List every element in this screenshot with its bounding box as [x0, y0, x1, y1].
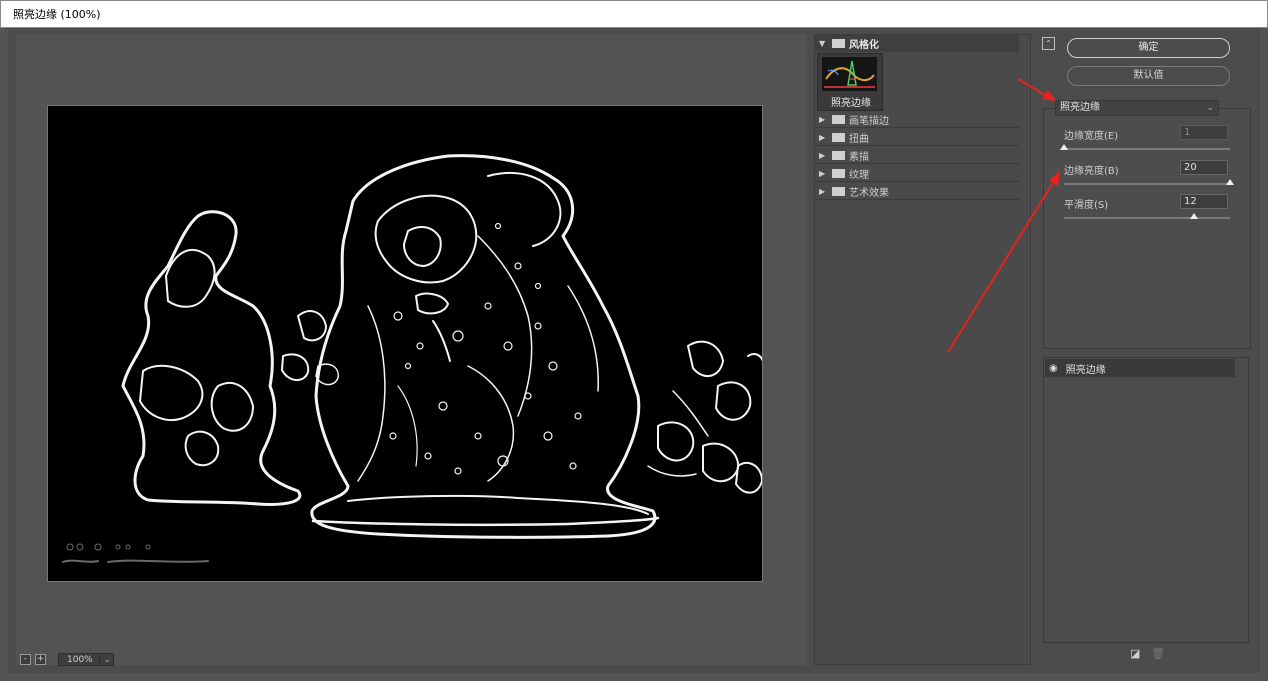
glowing-edges-image	[62, 154, 762, 563]
param-label-edge-brightness: 边缘亮度(B)	[1064, 166, 1119, 177]
edge-brightness-slider[interactable]	[1064, 179, 1234, 185]
param-label-smoothness: 平滑度(S)	[1064, 200, 1109, 211]
collapsed-triangle-icon: ▶	[819, 168, 826, 178]
filter-select[interactable]: 照亮边缘 ⌄	[1055, 100, 1219, 116]
thumb-caption: 照亮边缘	[831, 98, 871, 109]
folder-brush-strokes[interactable]: ▶ 画笔描边	[815, 111, 1019, 128]
collapsed-triangle-icon: ▶	[819, 114, 826, 124]
param-label-edge-width: 边缘宽度(E)	[1064, 131, 1119, 142]
folder-icon	[832, 150, 845, 160]
filter-gallery: ▼ 风格化 照亮边缘 ▶ 画笔描边 ▶ 扭曲 ▶ 素描 ▶ 纹理 ▶ 艺术效果	[814, 34, 1031, 665]
zoom-in-button[interactable]: +	[35, 653, 46, 665]
chevron-down-icon: ⌄	[1206, 103, 1214, 113]
preview-canvas[interactable]	[47, 105, 763, 582]
slider-knob[interactable]	[1226, 179, 1234, 185]
layer-actions: ◪ 🗑	[1130, 648, 1165, 659]
trash-icon[interactable]: 🗑	[1151, 648, 1165, 659]
collapsed-triangle-icon: ▶	[819, 132, 826, 142]
effect-layer-row[interactable]: ◉ 照亮边缘	[1045, 359, 1235, 377]
smoothness-field[interactable]: 12	[1180, 194, 1228, 209]
edge-width-field[interactable]: 1	[1180, 125, 1228, 140]
zoom-value: 100%	[67, 654, 93, 665]
smoothness-slider[interactable]	[1064, 213, 1230, 219]
zoom-out-button[interactable]: -	[20, 653, 31, 665]
folder-sketch[interactable]: ▶ 素描	[815, 147, 1019, 164]
edge-width-slider[interactable]	[1060, 144, 1230, 150]
folder-texture[interactable]: ▶ 纹理	[815, 165, 1019, 182]
folder-artistic[interactable]: ▶ 艺术效果	[815, 183, 1019, 200]
folder-icon	[832, 168, 845, 178]
folder-icon	[832, 186, 845, 196]
chevron-down-icon: ⌄	[99, 653, 111, 665]
folder-icon	[832, 114, 845, 124]
folder-label: 画笔描边	[849, 115, 889, 127]
folder-distort[interactable]: ▶ 扭曲	[815, 129, 1019, 146]
thumbnail-image	[822, 57, 877, 91]
filter-thumb-glowing-edges[interactable]: 照亮边缘	[817, 53, 883, 111]
folder-label: 艺术效果	[849, 187, 889, 199]
folder-label: 纹理	[849, 169, 869, 181]
collapsed-triangle-icon: ▶	[819, 186, 826, 196]
zoom-bar: - + 100% ⌄	[20, 652, 114, 666]
folder-label: 风格化	[849, 40, 879, 51]
visibility-eye-icon[interactable]: ◉	[1049, 363, 1058, 374]
expanded-triangle-icon: ▼	[819, 39, 826, 48]
collapse-gallery-button[interactable]: ⌃	[1042, 37, 1055, 50]
default-button[interactable]: 默认值	[1067, 66, 1230, 86]
collapsed-triangle-icon: ▶	[819, 150, 826, 160]
ok-button[interactable]: 确定	[1067, 38, 1230, 58]
zoom-select[interactable]: 100% ⌄	[58, 652, 114, 666]
slider-knob[interactable]	[1190, 213, 1198, 219]
edge-brightness-field[interactable]: 20	[1180, 160, 1228, 175]
folder-label: 扭曲	[849, 133, 869, 145]
new-effect-layer-icon[interactable]: ◪	[1130, 648, 1141, 659]
folder-icon	[832, 132, 845, 142]
effect-layer-label: 照亮边缘	[1065, 364, 1106, 376]
folder-label: 素描	[849, 151, 869, 163]
folder-stylize[interactable]: ▼ 风格化	[815, 35, 1019, 52]
slider-knob[interactable]	[1060, 144, 1068, 150]
window-title: 照亮边缘 (100%)	[0, 0, 1268, 28]
filter-settings-panel	[1043, 108, 1251, 349]
filter-select-value: 照亮边缘	[1060, 102, 1100, 113]
effect-layers-panel	[1043, 357, 1249, 643]
folder-icon	[832, 39, 845, 48]
